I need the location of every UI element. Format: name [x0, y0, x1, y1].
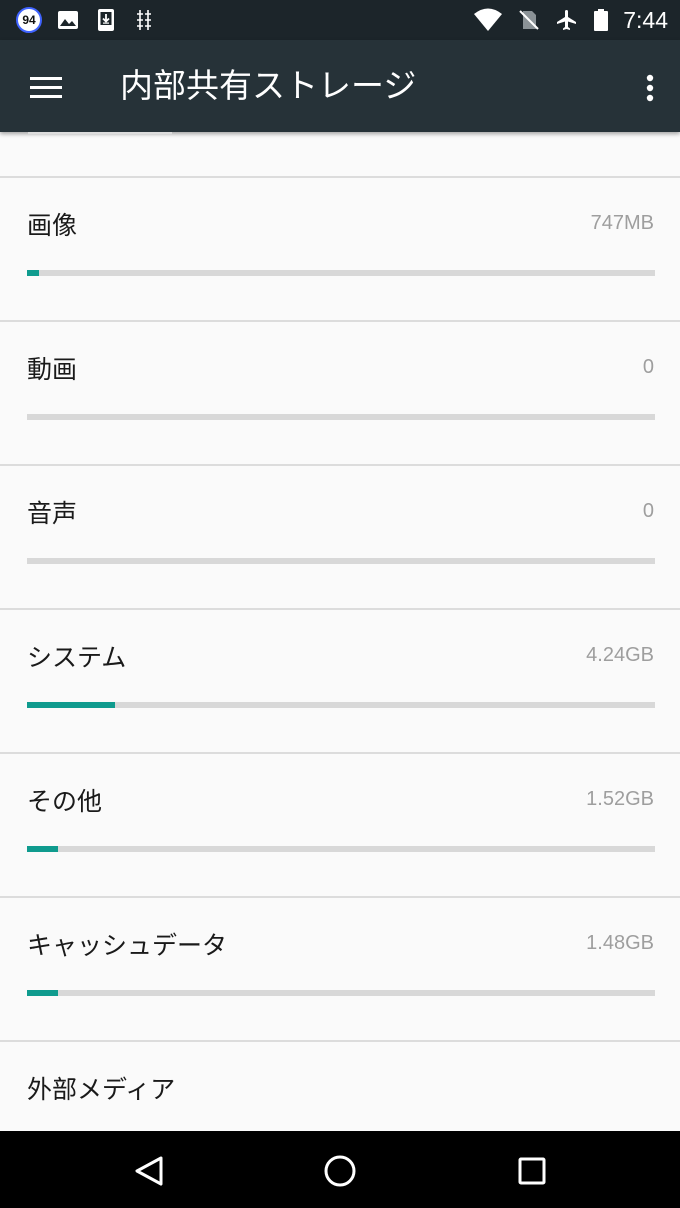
back-button[interactable] — [127, 1149, 171, 1193]
no-sim-icon — [519, 10, 539, 30]
storage-list[interactable]: 画像 747MB 動画 0 音声 0 システム 4.24GB その他 1.52G… — [0, 132, 680, 1131]
usage-bar-fill — [27, 846, 59, 852]
status-system: 7:44 — [473, 0, 668, 40]
storage-item-videos[interactable]: 動画 0 — [0, 322, 680, 466]
item-label: 動画 — [27, 355, 78, 384]
back-icon — [135, 1156, 163, 1186]
image-icon — [58, 11, 78, 29]
item-label: キャッシュデータ — [27, 931, 228, 960]
airplane-icon — [557, 10, 577, 30]
storage-item-other[interactable]: その他 1.52GB — [0, 754, 680, 898]
item-size: 0 — [642, 356, 654, 378]
usage-bar-fill — [27, 702, 115, 708]
usage-bar — [27, 846, 655, 852]
navigation-bar — [0, 1131, 680, 1208]
more-vert-icon — [646, 74, 654, 102]
recents-button[interactable] — [510, 1149, 554, 1193]
status-notifications: 94 — [16, 0, 156, 40]
badge-94-icon: 94 — [16, 7, 42, 33]
battery-icon — [594, 9, 609, 31]
usage-bar — [27, 990, 655, 996]
home-icon — [324, 1155, 356, 1187]
storage-item-audio[interactable]: 音声 0 — [0, 466, 680, 610]
notification-badge-count: 94 — [22, 13, 36, 27]
usage-bar — [27, 558, 655, 564]
recents-icon — [518, 1157, 546, 1185]
status-bar: 94 7:44 — [0, 0, 680, 40]
item-label: システム — [27, 643, 127, 672]
storage-item-system[interactable]: システム 4.24GB — [0, 610, 680, 754]
item-size: 1.48GB — [586, 932, 654, 954]
item-size: 1.52GB — [586, 788, 654, 810]
header-remnant — [28, 132, 172, 134]
item-size: 0 — [642, 500, 654, 522]
usage-bar — [27, 414, 655, 420]
overflow-menu-button[interactable] — [638, 66, 662, 110]
app-bar: 内部共有ストレージ — [0, 40, 680, 132]
storage-item-external-media[interactable]: 外部メディア — [0, 1042, 680, 1131]
menu-button[interactable] — [24, 66, 68, 110]
item-size: 747MB — [590, 212, 654, 234]
wifi-icon — [474, 8, 503, 31]
usage-bar-fill — [27, 270, 39, 276]
hamburger-icon — [30, 77, 62, 98]
clock: 7:44 — [623, 6, 668, 33]
item-label: 音声 — [27, 499, 78, 528]
item-label: 画像 — [27, 211, 78, 240]
storage-item-cache[interactable]: キャッシュデータ 1.48GB — [0, 898, 680, 1042]
usage-bar — [27, 702, 655, 708]
usage-bar — [27, 270, 655, 276]
storage-item-images[interactable]: 画像 747MB — [0, 178, 680, 322]
usb-debug-icon — [137, 10, 151, 30]
page-title: 内部共有ストレージ — [120, 66, 417, 105]
item-size: 4.24GB — [586, 644, 654, 666]
usage-bar-fill — [27, 990, 59, 996]
home-button[interactable] — [318, 1149, 362, 1193]
item-label: その他 — [27, 787, 103, 816]
download-icon — [98, 9, 114, 31]
item-label: 外部メディア — [27, 1075, 176, 1104]
